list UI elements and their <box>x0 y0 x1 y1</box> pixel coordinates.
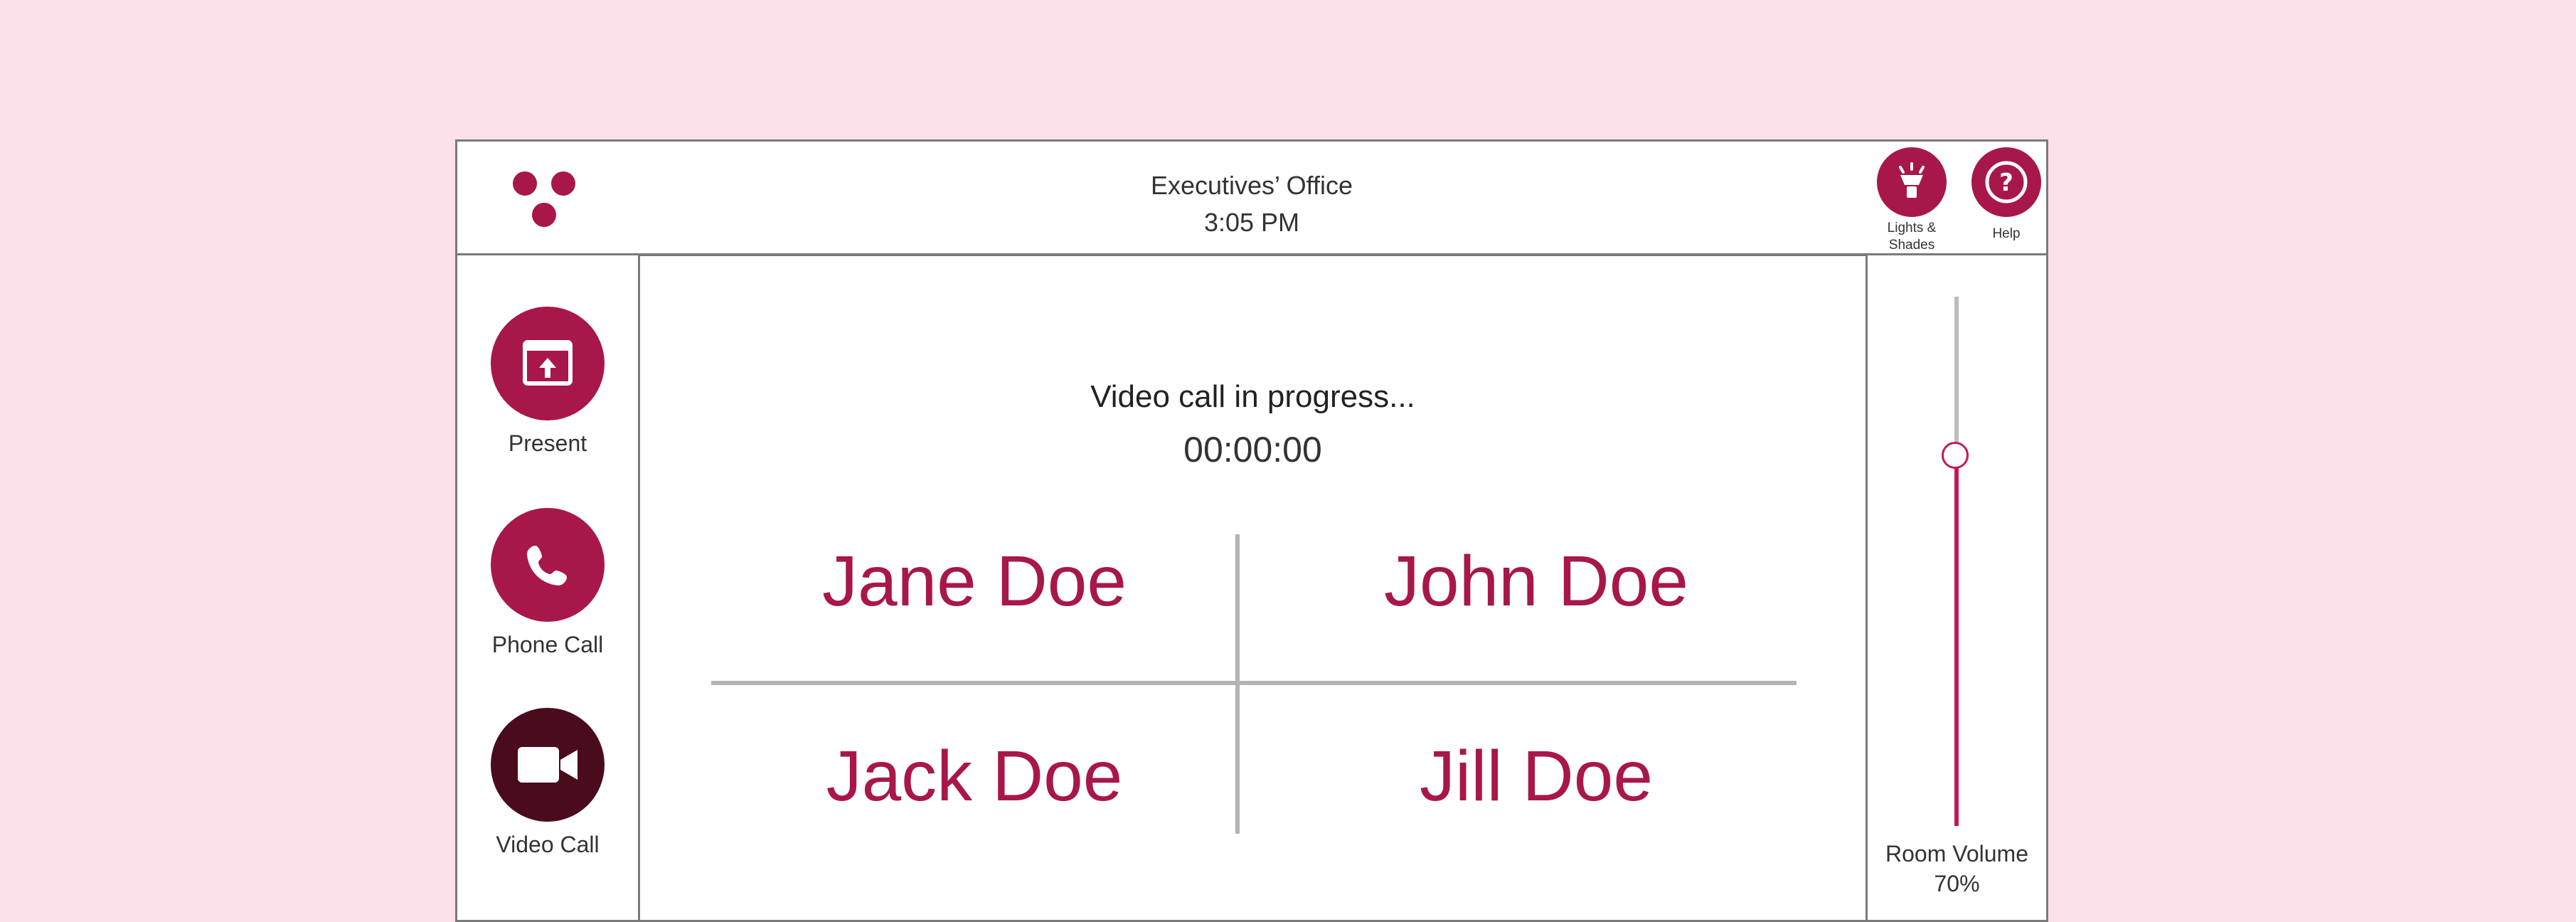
header-bar: Executives’ Office 3:05 PM Lights & Shad… <box>457 142 2046 255</box>
call-status-text: Video call in progress... <box>1090 379 1415 414</box>
help-button[interactable]: ? Help <box>1967 147 2045 243</box>
clock-time: 3:05 PM <box>1203 208 1300 237</box>
present-icon <box>491 307 605 420</box>
sidebar: Present Phone Call Video Call <box>457 255 638 920</box>
help-label: Help <box>1992 226 2021 241</box>
phone-call-label: Phone Call <box>491 632 604 657</box>
lights-shades-button[interactable]: Lights & Shades <box>1873 147 1951 254</box>
room-volume-control: Room Volume 70% <box>1868 255 2046 920</box>
participant-tile: Jack Doe <box>826 736 1123 816</box>
grid-divider-horizontal <box>711 681 1797 685</box>
phone-icon <box>491 508 605 622</box>
phone-call-button[interactable]: Phone Call <box>457 508 638 657</box>
call-timer: 00:00:00 <box>1183 430 1322 470</box>
volume-label: Room Volume 70% <box>1868 839 2046 899</box>
volume-slider-fill <box>1954 455 1959 826</box>
participant-tile: Jill Doe <box>1420 736 1653 816</box>
control-panel: Executives’ Office 3:05 PM Lights & Shad… <box>455 139 2048 922</box>
video-call-button[interactable]: Video Call <box>457 708 638 857</box>
volume-value: 70% <box>1934 871 1980 896</box>
volume-slider-handle[interactable] <box>1942 442 1969 470</box>
call-area: Video call in progress... 00:00:00 Jane … <box>638 254 1868 922</box>
header-info: Executives’ Office 3:05 PM <box>457 167 2046 241</box>
help-icon: ? <box>1971 147 2041 217</box>
room-title: Executives’ Office <box>1150 171 1353 200</box>
present-label: Present <box>508 430 587 456</box>
call-status: Video call in progress... 00:00:00 <box>640 377 1866 472</box>
present-button[interactable]: Present <box>457 307 638 456</box>
svg-text:?: ? <box>1999 169 2013 197</box>
video-call-label: Video Call <box>496 832 600 857</box>
volume-label-text: Room Volume <box>1885 841 2028 867</box>
lights-shades-label: Lights & Shades <box>1887 221 1937 253</box>
lightbulb-icon <box>1877 147 1947 217</box>
participant-tile: Jane Doe <box>821 541 1127 621</box>
participant-tile: John Doe <box>1383 541 1689 621</box>
video-camera-icon <box>491 708 605 822</box>
